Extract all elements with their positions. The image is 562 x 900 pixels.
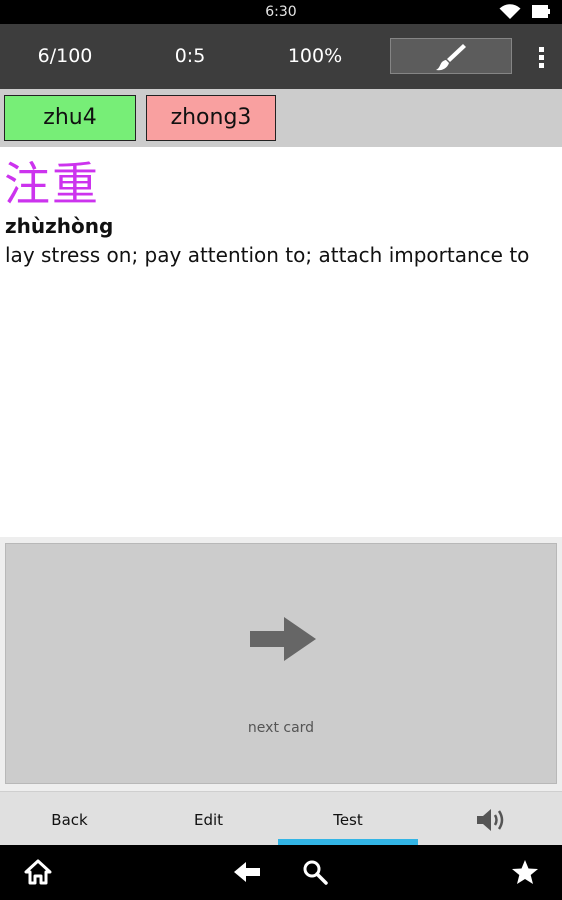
speaker-icon [477,809,504,831]
overflow-dot [539,63,544,68]
overflow-dot [539,55,544,60]
tab-bar: Back Edit Test [0,791,562,845]
arrow-right-icon [250,617,316,661]
overflow-menu-button[interactable] [532,44,552,70]
battery-icon [532,5,550,18]
status-time: 6:30 [265,4,297,20]
back-icon[interactable] [233,859,261,885]
search-icon[interactable] [302,859,328,885]
toolbar: 6/100 0:5 100% [0,24,562,89]
progress-counter: 6/100 [37,45,93,67]
tone-chip-1[interactable]: zhu4 [4,95,136,141]
brush-button[interactable] [390,38,512,74]
tone-bar: zhu4 zhong3 [0,89,562,147]
score-percent: 100% [287,45,343,67]
definition: lay stress on; pay attention to; attach … [5,243,530,267]
next-card-button[interactable]: next card [5,543,557,784]
timer: 0:5 [174,45,206,67]
nav-bar [0,845,562,900]
overflow-menu-icon [539,47,544,52]
next-card-label: next card [247,720,315,736]
tab-edit[interactable]: Edit [139,792,278,846]
wifi-icon [499,4,521,19]
tab-test[interactable]: Test [278,792,418,846]
flashcard: 注重 zhùzhòng lay stress on; pay attention… [0,147,562,537]
status-bar: 6:30 [0,0,562,24]
pinyin: zhùzhòng [5,214,114,238]
star-icon[interactable] [511,859,539,885]
home-icon[interactable] [24,859,52,885]
tab-sound[interactable] [418,792,562,846]
hanzi: 注重 [4,157,100,211]
paintbrush-icon [436,44,466,71]
tab-back[interactable]: Back [0,792,139,846]
tone-chip-2[interactable]: zhong3 [146,95,276,141]
next-card-area: next card [0,537,562,791]
